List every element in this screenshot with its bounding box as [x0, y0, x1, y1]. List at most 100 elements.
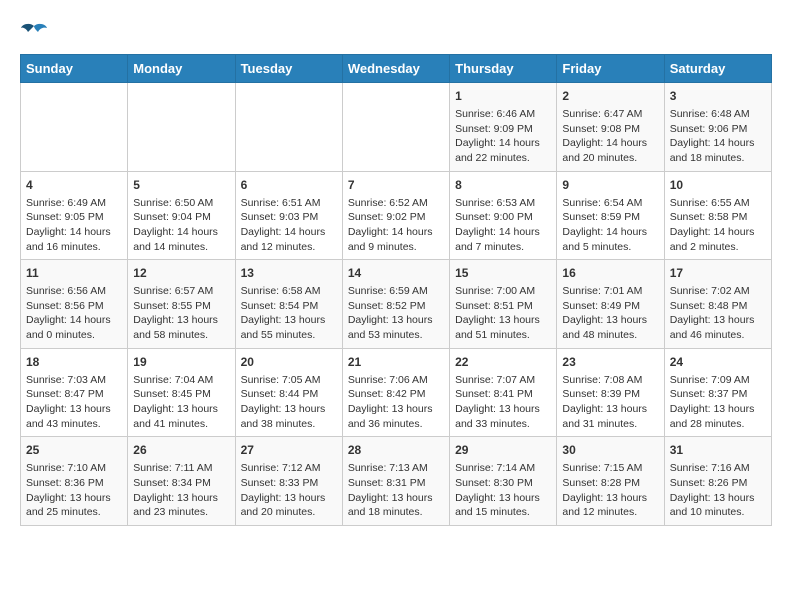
cell-line: Daylight: 13 hours and 15 minutes.	[455, 492, 540, 519]
calendar-header-row: SundayMondayTuesdayWednesdayThursdayFrid…	[21, 55, 772, 83]
cell-content: Sunrise: 6:50 AMSunset: 9:04 PMDaylight:…	[133, 196, 229, 255]
cell-line: Daylight: 14 hours and 5 minutes.	[562, 226, 647, 253]
cell-line: Sunrise: 7:07 AM	[455, 374, 535, 386]
cell-content: Sunrise: 7:01 AMSunset: 8:49 PMDaylight:…	[562, 284, 658, 343]
cell-line: Sunset: 8:58 PM	[670, 211, 748, 223]
cell-line: Sunrise: 6:54 AM	[562, 197, 642, 209]
day-number: 5	[133, 177, 229, 194]
calendar-week-3: 11Sunrise: 6:56 AMSunset: 8:56 PMDayligh…	[21, 260, 772, 349]
calendar-cell: 27Sunrise: 7:12 AMSunset: 8:33 PMDayligh…	[235, 437, 342, 526]
cell-line: Daylight: 13 hours and 46 minutes.	[670, 314, 755, 341]
cell-line: Sunrise: 6:52 AM	[348, 197, 428, 209]
day-header-tuesday: Tuesday	[235, 55, 342, 83]
day-number: 3	[670, 88, 766, 105]
day-number: 8	[455, 177, 551, 194]
cell-line: Sunrise: 7:10 AM	[26, 462, 106, 474]
cell-line: Sunrise: 7:15 AM	[562, 462, 642, 474]
calendar-cell: 15 Sunrise: 7:00 AMSunset: 8:51 PMDayligh…	[450, 260, 557, 349]
cell-line: Sunrise: 7:12 AM	[241, 462, 321, 474]
cell-line: Daylight: 14 hours and 14 minutes.	[133, 226, 218, 253]
calendar-cell: 14Sunrise: 6:59 AMSunset: 8:52 PMDayligh…	[342, 260, 449, 349]
cell-line: Sunset: 8:41 PM	[455, 388, 533, 400]
cell-content: Sunrise: 7:00 AMSunset: 8:51 PMDaylight:…	[455, 284, 551, 343]
cell-content: Sunrise: 6:49 AMSunset: 9:05 PMDaylight:…	[26, 196, 122, 255]
calendar-cell: 11Sunrise: 6:56 AMSunset: 8:56 PMDayligh…	[21, 260, 128, 349]
day-number: 15	[455, 265, 551, 282]
cell-line: Sunrise: 6:49 AM	[26, 197, 106, 209]
cell-line: Daylight: 14 hours and 9 minutes.	[348, 226, 433, 253]
day-header-sunday: Sunday	[21, 55, 128, 83]
calendar-cell: 1Sunrise: 6:46 AMSunset: 9:09 PMDaylight…	[450, 83, 557, 172]
cell-content: Sunrise: 6:52 AMSunset: 9:02 PMDaylight:…	[348, 196, 444, 255]
cell-line: Daylight: 13 hours and 23 minutes.	[133, 492, 218, 519]
calendar-cell: 8 Sunrise: 6:53 AM Sunset: 9:00 PM Daylight…	[450, 171, 557, 260]
cell-line: Sunset: 9:08 PM	[562, 123, 640, 135]
day-number: 11	[26, 265, 122, 282]
day-number: 13	[241, 265, 337, 282]
cell-line: Daylight: 13 hours and 20 minutes.	[241, 492, 326, 519]
calendar-cell: 21Sunrise: 7:06 AMSunset: 8:42 PMDayligh…	[342, 348, 449, 437]
cell-content: Sunrise: 7:10 AM Sunset: 8:36 PM Daylight:…	[26, 461, 122, 520]
day-number: 14	[348, 265, 444, 282]
cell-line: Sunrise: 6:53 AM	[455, 197, 535, 209]
calendar-cell	[21, 83, 128, 172]
day-number: 28	[348, 442, 444, 459]
calendar-cell: 23Sunrise: 7:08 AMSunset: 8:39 PMDayligh…	[557, 348, 664, 437]
day-number: 9	[562, 177, 658, 194]
cell-line: Daylight: 13 hours and 36 minutes.	[348, 403, 433, 430]
day-header-thursday: Thursday	[450, 55, 557, 83]
cell-content: Sunrise: 6:53 AM Sunset: 9:00 PM Daylight:…	[455, 196, 551, 255]
cell-content: Sunrise: 6:58 AMSunset: 8:54 PMDaylight:…	[241, 284, 337, 343]
calendar-cell: 16Sunrise: 7:01 AMSunset: 8:49 PMDayligh…	[557, 260, 664, 349]
cell-line: Daylight: 13 hours and 48 minutes.	[562, 314, 647, 341]
cell-line: Daylight: 13 hours and 25 minutes.	[26, 492, 111, 519]
cell-line: Sunset: 8:36 PM	[26, 477, 104, 489]
cell-line: Sunset: 8:44 PM	[241, 388, 319, 400]
cell-line: Daylight: 13 hours and 18 minutes.	[348, 492, 433, 519]
cell-line: Sunset: 9:06 PM	[670, 123, 748, 135]
cell-line: Daylight: 14 hours and 12 minutes.	[241, 226, 326, 253]
calendar-cell: 7Sunrise: 6:52 AMSunset: 9:02 PMDaylight…	[342, 171, 449, 260]
cell-line: Daylight: 14 hours and 7 minutes.	[455, 226, 540, 253]
cell-line: Sunrise: 6:56 AM	[26, 285, 106, 297]
cell-content: Sunrise: 6:54 AMSunset: 8:59 PMDaylight:…	[562, 196, 658, 255]
cell-line: Sunset: 8:55 PM	[133, 300, 211, 312]
cell-line: Sunrise: 7:06 AM	[348, 374, 428, 386]
cell-line: Daylight: 14 hours and 16 minutes.	[26, 226, 111, 253]
cell-line: Sunrise: 7:08 AM	[562, 374, 642, 386]
calendar-cell	[128, 83, 235, 172]
day-number: 26	[133, 442, 229, 459]
cell-line: Sunset: 8:49 PM	[562, 300, 640, 312]
cell-line: Daylight: 13 hours and 43 minutes.	[26, 403, 111, 430]
cell-line: Sunrise: 7:00 AM	[455, 285, 535, 297]
cell-line: Sunrise: 7:09 AM	[670, 374, 750, 386]
cell-line: Daylight: 13 hours and 58 minutes.	[133, 314, 218, 341]
day-header-saturday: Saturday	[664, 55, 771, 83]
cell-content: Sunrise: 7:11 AMSunset: 8:34 PMDaylight:…	[133, 461, 229, 520]
calendar-cell: 5 Sunrise: 6:50 AMSunset: 9:04 PMDaylight…	[128, 171, 235, 260]
cell-line: Sunset: 8:37 PM	[670, 388, 748, 400]
cell-line: Sunset: 8:39 PM	[562, 388, 640, 400]
cell-content: Sunrise: 7:02 AMSunset: 8:48 PMDaylight:…	[670, 284, 766, 343]
cell-content: Sunrise: 6:46 AMSunset: 9:09 PMDaylight:…	[455, 107, 551, 166]
calendar-cell: 6Sunrise: 6:51 AMSunset: 9:03 PMDaylight…	[235, 171, 342, 260]
day-header-friday: Friday	[557, 55, 664, 83]
cell-line: Sunset: 8:45 PM	[133, 388, 211, 400]
cell-line: Daylight: 13 hours and 53 minutes.	[348, 314, 433, 341]
cell-content: Sunrise: 6:55 AMSunset: 8:58 PMDaylight:…	[670, 196, 766, 255]
cell-content: Sunrise: 7:04 AMSunset: 8:45 PMDaylight:…	[133, 373, 229, 432]
cell-line: Sunrise: 7:16 AM	[670, 462, 750, 474]
cell-content: Sunrise: 6:57 AMSunset: 8:55 PMDaylight:…	[133, 284, 229, 343]
calendar-cell: 30Sunrise: 7:15 AMSunset: 8:28 PMDayligh…	[557, 437, 664, 526]
cell-line: Sunrise: 7:03 AM	[26, 374, 106, 386]
cell-line: Sunset: 8:42 PM	[348, 388, 426, 400]
cell-line: Daylight: 13 hours and 10 minutes.	[670, 492, 755, 519]
calendar-cell	[235, 83, 342, 172]
day-number: 30	[562, 442, 658, 459]
cell-line: Daylight: 14 hours and 2 minutes.	[670, 226, 755, 253]
day-number: 12	[133, 265, 229, 282]
cell-line: Daylight: 13 hours and 33 minutes.	[455, 403, 540, 430]
cell-line: Sunset: 8:48 PM	[670, 300, 748, 312]
cell-line: Sunset: 9:00 PM	[455, 211, 533, 223]
calendar-cell: 13 Sunrise: 6:58 AMSunset: 8:54 PMDayligh…	[235, 260, 342, 349]
